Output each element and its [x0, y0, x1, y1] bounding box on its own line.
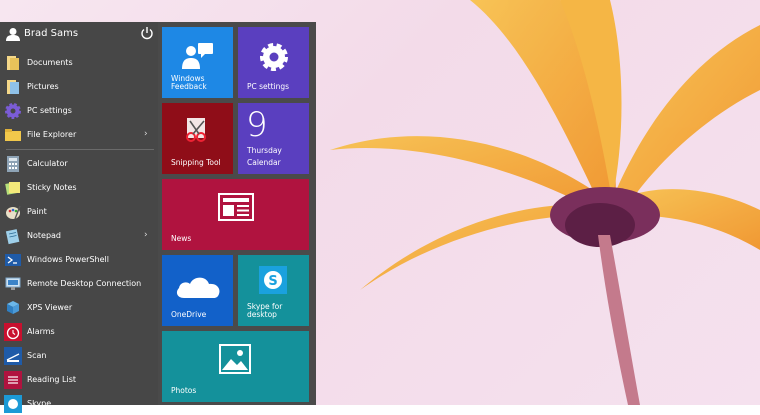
onedrive-cloud-icon [176, 277, 220, 298]
app-calculator[interactable]: Calculator [0, 153, 158, 175]
tile-label: Snipping Tool [171, 158, 221, 167]
app-alarms[interactable]: Alarms [0, 321, 158, 343]
tile-onedrive[interactable]: OneDrive [162, 255, 233, 326]
reading-list-icon [4, 371, 22, 389]
remote-desktop-icon [5, 277, 21, 290]
folder-documents-icon [7, 56, 19, 70]
calculator-icon [7, 156, 19, 172]
app-sticky-notes[interactable]: Sticky Notes [0, 177, 158, 199]
tile-skype-for-desktop[interactable]: S Skype for desktop [238, 255, 309, 326]
user-account-row[interactable]: Brad Sams [0, 22, 158, 46]
place-documents[interactable]: Documents [0, 52, 158, 74]
app-notepad[interactable]: Notepad › [0, 225, 158, 247]
user-name: Brad Sams [24, 28, 79, 39]
chevron-right-icon[interactable]: › [144, 129, 148, 139]
user-avatar-icon [6, 28, 20, 41]
photos-icon [219, 344, 251, 374]
calendar-weekday: Thursday [247, 146, 282, 155]
gear-icon [5, 103, 21, 119]
place-file-explorer[interactable]: File Explorer › [0, 124, 158, 146]
scan-icon [4, 347, 22, 365]
start-menu-left-pane: Brad Sams Documents Pictures PC settings [0, 22, 158, 413]
feedback-icon [182, 43, 213, 69]
tile-label-line2: desktop [247, 310, 277, 319]
skype-icon [4, 395, 22, 413]
menu-divider [6, 149, 154, 150]
tile-snipping-tool[interactable]: Snipping Tool [162, 103, 233, 174]
app-remote-desktop-connection[interactable]: Remote Desktop Connection [0, 273, 158, 295]
paint-icon [6, 205, 21, 220]
news-icon [218, 193, 254, 221]
app-scan[interactable]: Scan [0, 345, 158, 367]
folder-pictures-icon [7, 80, 19, 94]
place-pictures[interactable]: Pictures [0, 76, 158, 98]
tile-news[interactable]: News [162, 179, 309, 250]
gear-icon [260, 43, 288, 71]
powershell-icon [5, 254, 21, 266]
tile-calendar[interactable]: 9 Thursday Calendar [238, 103, 309, 174]
tile-photos[interactable]: Photos [162, 331, 309, 402]
sticky-notes-icon [5, 182, 20, 195]
tile-label: Calendar [247, 158, 281, 167]
app-skype[interactable]: Skype [0, 393, 158, 415]
app-reading-list[interactable]: Reading List [0, 369, 158, 391]
alarm-clock-icon [4, 323, 22, 341]
tile-label: Photos [171, 386, 197, 395]
tile-windows-feedback[interactable]: Windows Feedback [162, 27, 233, 98]
xps-viewer-icon [7, 301, 19, 314]
file-explorer-icon [5, 129, 21, 141]
tile-pc-settings[interactable]: PC settings [238, 27, 309, 98]
start-menu: Brad Sams Documents Pictures PC settings [0, 22, 316, 413]
tile-label: PC settings [247, 82, 290, 91]
chevron-right-icon[interactable]: › [144, 230, 148, 240]
app-paint[interactable]: Paint [0, 201, 158, 223]
snipping-tool-icon [186, 118, 206, 142]
place-pc-settings[interactable]: PC settings [0, 100, 158, 122]
tile-label-line2: Feedback [171, 82, 207, 91]
tile-label: News [171, 234, 192, 243]
app-xps-viewer[interactable]: XPS Viewer [0, 297, 158, 319]
notepad-icon [5, 229, 20, 245]
app-windows-powershell[interactable]: Windows PowerShell [0, 249, 158, 271]
skype-icon: S [259, 266, 287, 294]
tile-label: OneDrive [171, 310, 207, 319]
svg-text:S: S [268, 274, 277, 289]
power-icon[interactable] [140, 26, 154, 40]
calendar-day-number: 9 [246, 105, 268, 145]
